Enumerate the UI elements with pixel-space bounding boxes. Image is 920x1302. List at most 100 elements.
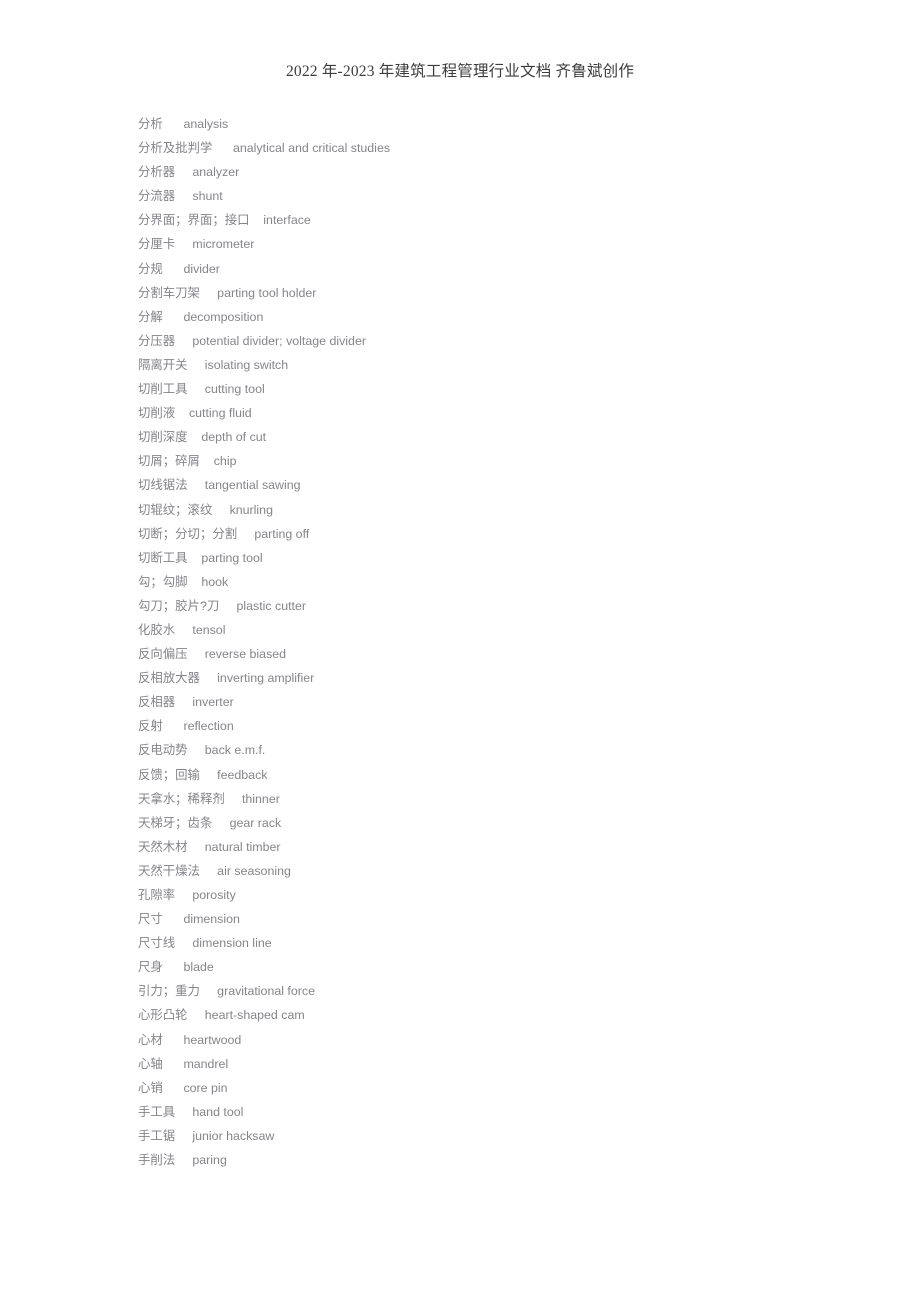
glossary-term-english: mandrel [183,1056,229,1071]
glossary-column-gap [175,936,192,950]
glossary-entry: 尺身 blade [138,955,878,979]
glossary-term-english: micrometer [192,237,255,252]
glossary-term-english: parting tool holder [217,285,317,300]
glossary-entry: 天梯牙；齿条 gear rack [138,811,878,835]
glossary-term-chinese: 天梯牙；齿条 [138,815,213,830]
glossary-term-english: reverse biased [204,647,287,662]
glossary-term-chinese: 分流器 [138,189,176,204]
glossary-entry: 反电动势 back e.m.f. [138,738,878,762]
document-page: 2022 年-2023 年建筑工程管理行业文档 齐鲁斌创作 分析 analysi… [0,0,920,1302]
glossary-entry: 引力；重力 gravitational force [138,979,878,1003]
glossary-column-gap [163,117,184,131]
glossary-term-chinese: 心销 [138,1080,163,1095]
glossary-column-gap [175,695,192,709]
glossary-term-english: back e.m.f. [204,743,266,758]
glossary-term-chinese: 天然木材 [138,839,188,854]
glossary-entry: 天然干燥法 air seasoning [138,859,878,883]
glossary-column-gap [219,599,236,613]
glossary-term-english: hook [201,574,229,589]
glossary-list: 分析 analysis 分析及批判学 analytical and critica… [138,112,878,1172]
glossary-column-gap [200,984,217,998]
page-running-header: 2022 年-2023 年建筑工程管理行业文档 齐鲁斌创作 [285,63,635,80]
glossary-term-english: heartwood [183,1032,242,1047]
glossary-column-gap [163,310,184,324]
glossary-entry: 孔隙率 porosity [138,883,878,907]
glossary-entry: 心销 core pin [138,1076,878,1100]
glossary-term-chinese: 尺寸线 [138,936,176,951]
glossary-term-chinese: 隔离开关 [138,357,188,372]
glossary-term-chinese: 尺身 [138,960,163,975]
glossary-column-gap [188,743,205,757]
glossary-term-chinese: 分析 [138,117,163,131]
glossary-entry: 勾刀；胶片?刀 plastic cutter [138,594,878,618]
glossary-entry: 天拿水；稀释剂 thinner [138,787,878,811]
glossary-column-gap [188,551,202,565]
glossary-term-chinese: 切削液 [138,406,176,421]
glossary-entry: 心轴 mandrel [138,1052,878,1076]
glossary-entry: 手削法 paring [138,1148,878,1172]
glossary-term-chinese: 反相器 [138,695,176,710]
glossary-entry: 心形凸轮 heart-shaped cam [138,1003,878,1027]
glossary-entry: 手工锯 junior hacksaw [138,1124,878,1148]
glossary-term-chinese: 分析器 [138,165,176,180]
glossary-term-english: inverting amplifier [217,671,315,686]
glossary-column-gap [175,165,192,179]
glossary-entry: 切断工具 parting tool [138,546,878,570]
glossary-column-gap [163,262,184,276]
glossary-term-chinese: 分压器 [138,333,176,348]
glossary-term-english: chip [213,454,237,469]
glossary-entry: 切断；分切；分割 parting off [138,522,878,546]
glossary-column-gap [175,334,192,348]
glossary-column-gap [212,816,229,830]
glossary-entry: 天然木材 natural timber [138,835,878,859]
glossary-column-gap [175,623,192,637]
glossary-term-english: depth of cut [201,430,267,445]
glossary-term-chinese: 反电动势 [138,743,188,758]
glossary-entry: 隔离开关 isolating switch [138,353,878,377]
glossary-entry: 分析器 analyzer [138,160,878,184]
glossary-term-chinese: 切断工具 [138,550,188,565]
glossary-term-chinese: 切线锯法 [138,478,188,493]
glossary-column-gap [163,912,184,926]
glossary-term-english: porosity [192,888,236,902]
glossary-column-gap [163,960,184,974]
glossary-column-gap [237,527,254,541]
glossary-entry: 分解 decomposition [138,305,878,329]
glossary-term-chinese: 勾刀；胶片?刀 [138,598,220,613]
glossary-term-chinese: 尺寸 [138,912,163,927]
glossary-column-gap [188,358,205,372]
glossary-column-gap [188,575,202,589]
glossary-term-chinese: 切断；分切；分割 [138,526,238,541]
glossary-term-english: dimension line [192,936,272,951]
glossary-term-english: air seasoning [217,863,291,878]
glossary-column-gap [250,213,264,227]
glossary-entry: 切屑；碎屑 chip [138,449,878,473]
glossary-entry: 反馈；回输 feedback [138,763,878,787]
glossary-term-chinese: 心材 [138,1032,163,1047]
glossary-term-english: paring [192,1153,227,1168]
glossary-term-chinese: 反馈；回输 [138,767,200,782]
glossary-column-gap [163,1033,184,1047]
glossary-column-gap [175,237,192,251]
glossary-entry: 反向偏压 reverse biased [138,642,878,666]
glossary-term-english: junior hacksaw [192,1128,275,1143]
glossary-term-chinese: 切屑；碎屑 [138,454,200,469]
glossary-term-chinese: 切辊纹；滚纹 [138,502,213,517]
glossary-term-english: gravitational force [217,984,315,999]
glossary-column-gap [175,1105,192,1119]
glossary-term-chinese: 反射 [138,719,163,734]
glossary-column-gap [212,503,229,517]
glossary-column-gap [212,141,233,155]
glossary-entry: 勾；勾脚 hook [138,570,878,594]
glossary-term-chinese: 天然干燥法 [138,863,200,878]
glossary-column-gap [163,719,184,733]
glossary-term-chinese: 分界面；界面；接口 [138,213,250,228]
glossary-term-english: analysis [183,117,229,131]
glossary-term-chinese: 心轴 [138,1056,163,1071]
glossary-entry: 尺寸线 dimension line [138,931,878,955]
glossary-term-chinese: 反相放大器 [138,671,200,686]
glossary-term-chinese: 分析及批判学 [138,141,213,156]
glossary-entry: 分割车刀架 parting tool holder [138,281,878,305]
glossary-entry: 分流器 shunt [138,184,878,208]
glossary-term-english: feedback [217,767,268,782]
